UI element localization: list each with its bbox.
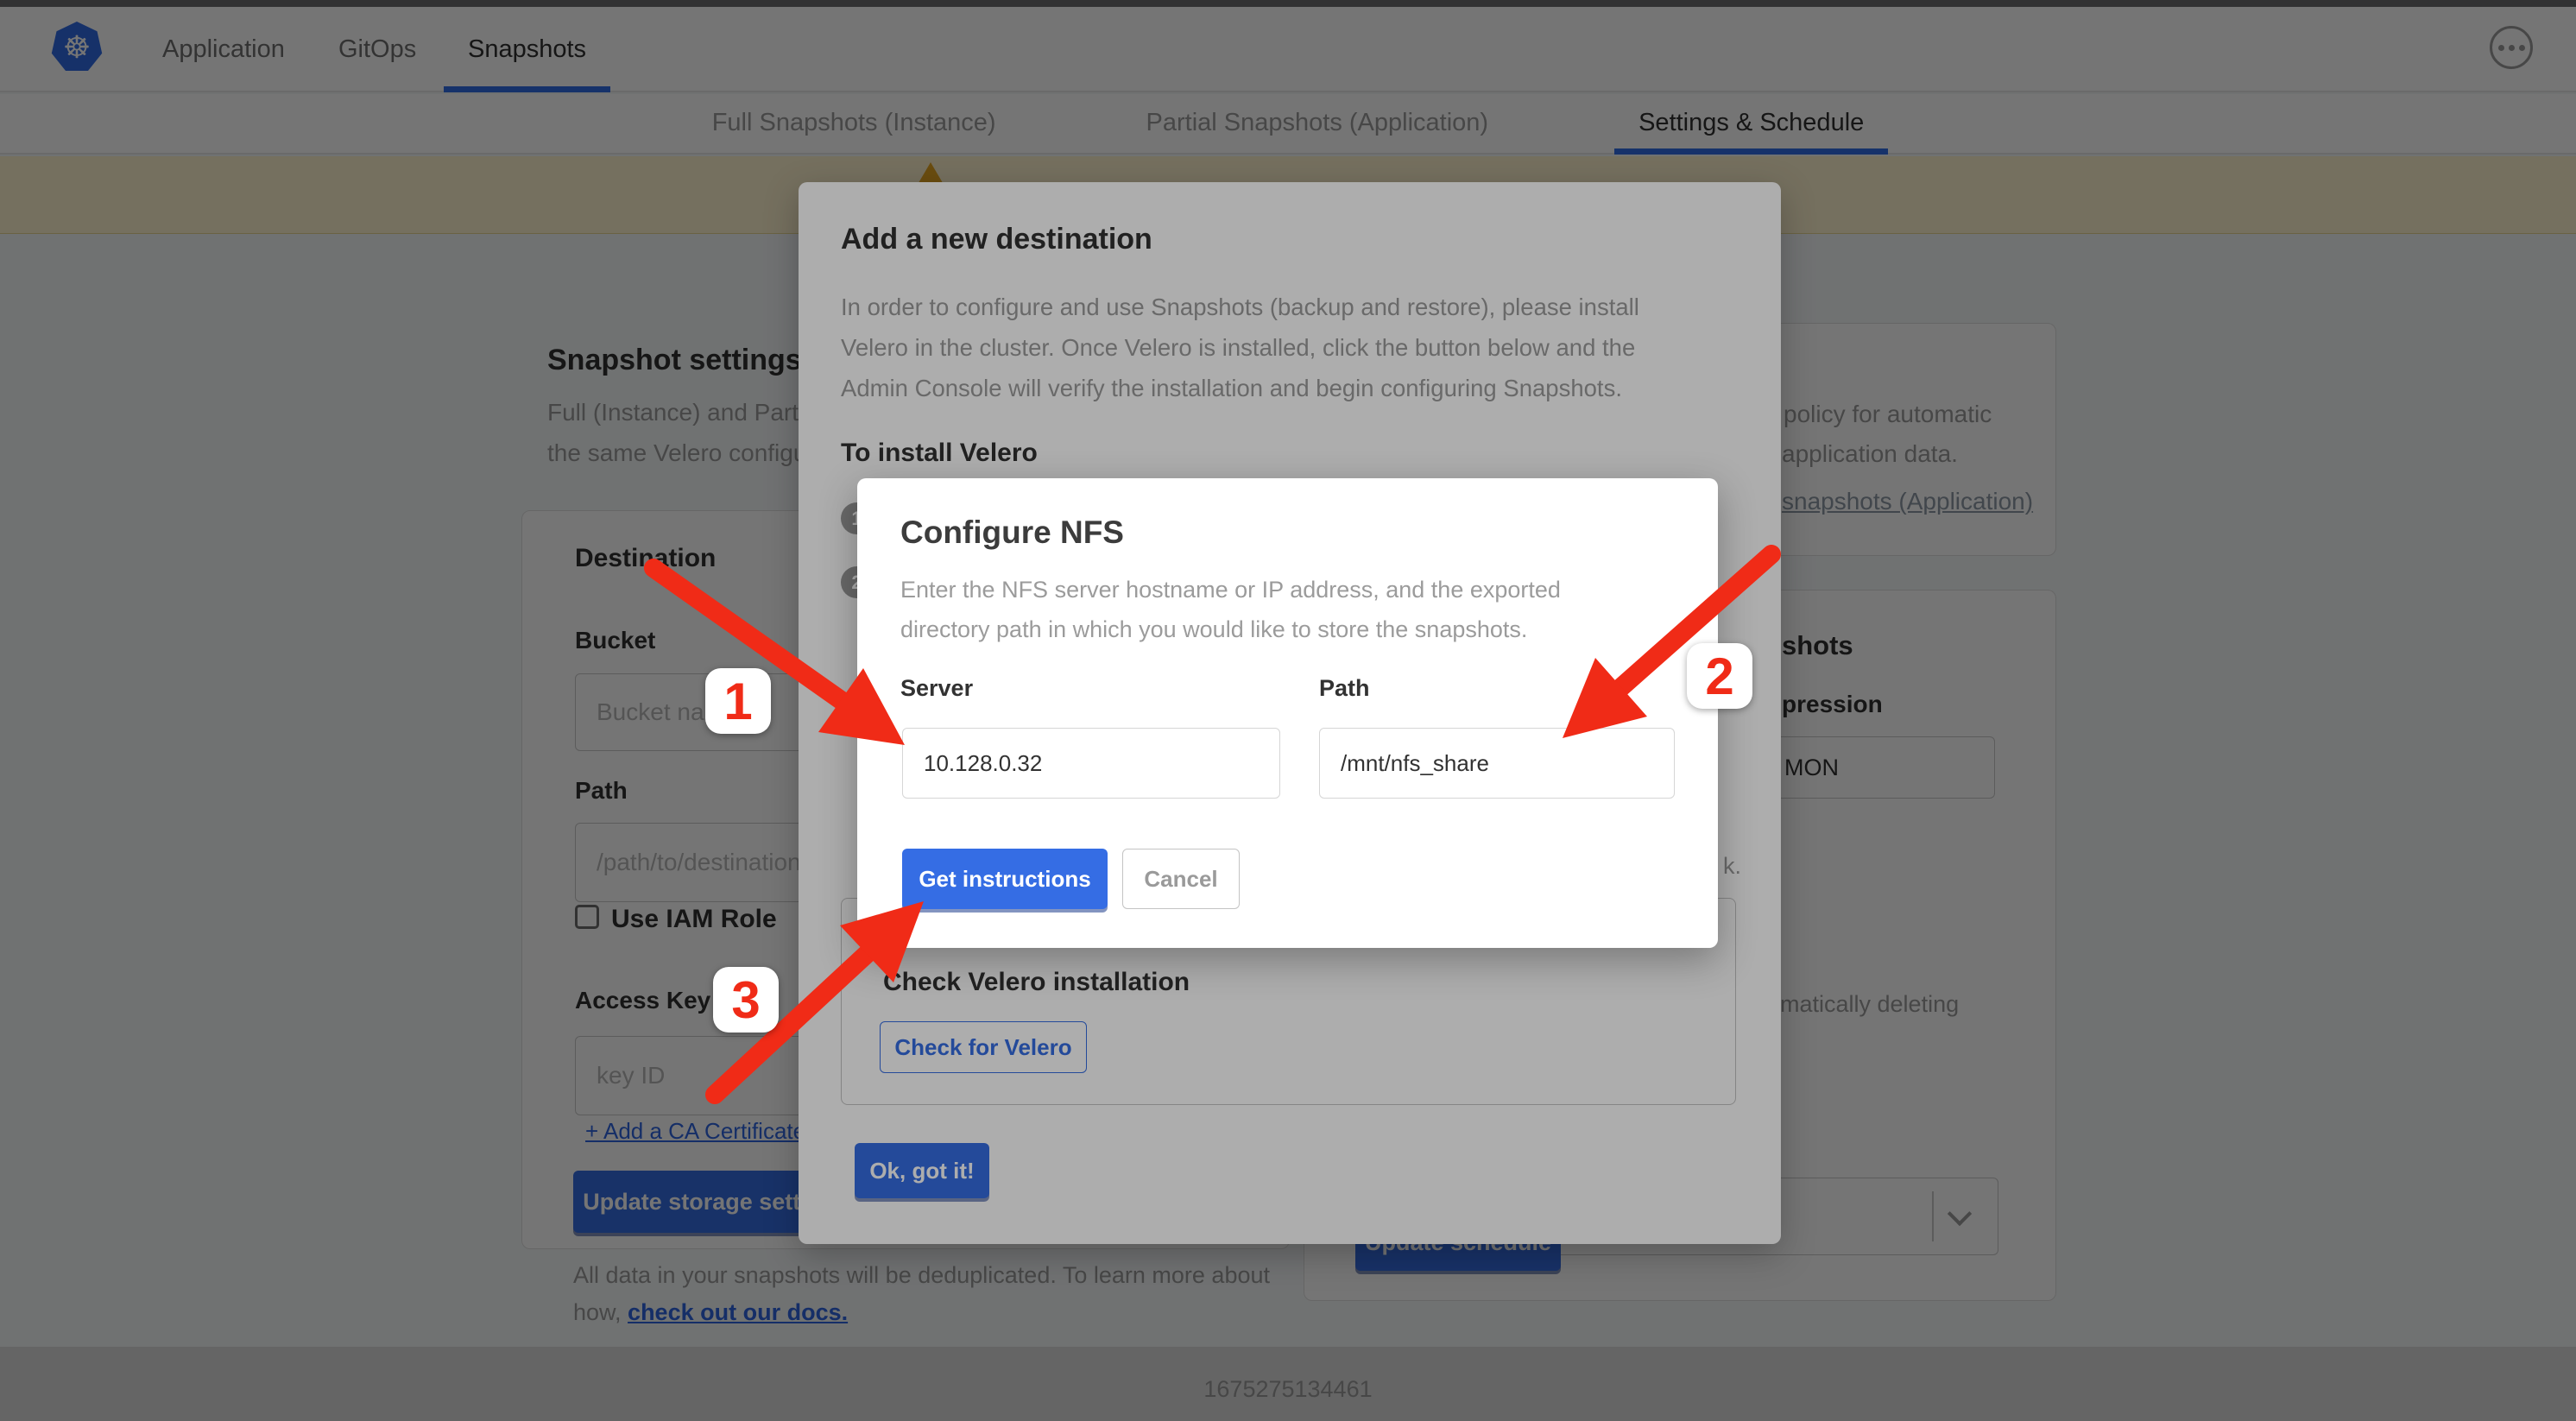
get-instructions-button[interactable]: Get instructions [902, 849, 1108, 909]
nfs-path-input[interactable] [1320, 729, 1674, 798]
nfs-path-label: Path [1319, 675, 1370, 702]
screen: ☸ Application GitOps Snapshots Full Snap… [0, 0, 2576, 1421]
configure-nfs-modal: Configure NFS Enter the NFS server hostn… [857, 478, 1718, 948]
nfs-modal-title: Configure NFS [900, 515, 1124, 551]
nfs-path-input-wrap [1319, 728, 1675, 799]
server-input-wrap [902, 728, 1280, 799]
nfs-desc-line2: directory path in which you would like t… [900, 616, 1527, 643]
cancel-button[interactable]: Cancel [1122, 849, 1240, 909]
nfs-desc-line1: Enter the NFS server hostname or IP addr… [900, 577, 1561, 603]
server-label: Server [900, 675, 973, 702]
server-input[interactable] [903, 729, 1279, 798]
